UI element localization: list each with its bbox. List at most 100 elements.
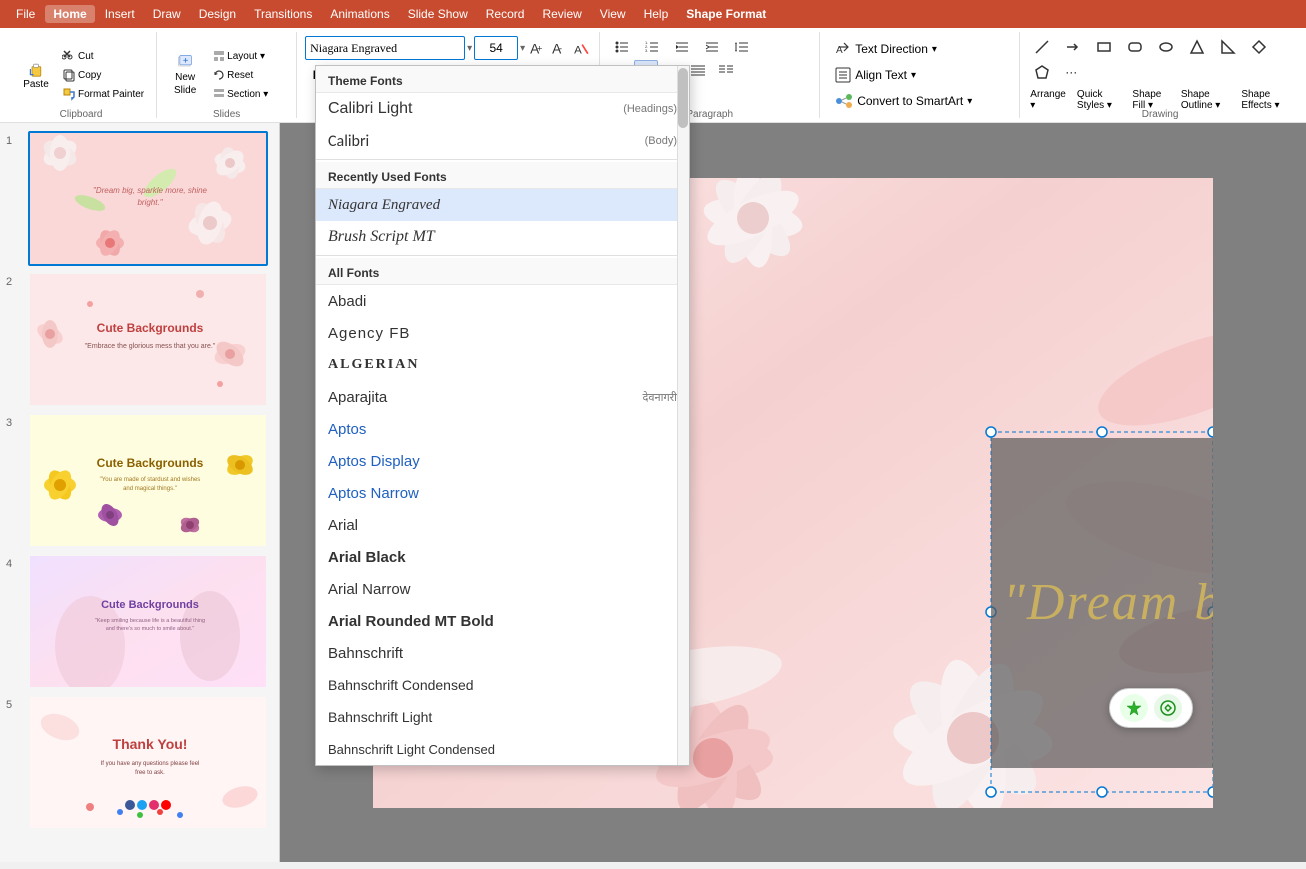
font-item-aptos-narrow[interactable]: Aptos Narrow xyxy=(316,477,689,509)
menu-design[interactable]: Design xyxy=(191,5,244,23)
menu-shape-format[interactable]: Shape Format xyxy=(678,5,774,23)
slide-item-3[interactable]: 3 xyxy=(6,413,273,548)
font-item-arial-narrow[interactable]: Arial Narrow xyxy=(316,573,689,605)
convert-smartart-button[interactable]: Convert to SmartArt ▾ xyxy=(828,90,979,112)
svg-text:"Dream big, sparkle more, shin: "Dream big, sparkle more, shine xyxy=(93,186,208,195)
clear-formatting-button[interactable]: A xyxy=(571,38,591,58)
font-item-calibri[interactable]: Calibri (Body) xyxy=(316,125,689,157)
svg-text:"Keep smiling because life is: "Keep smiling because life is a beautifu… xyxy=(95,618,205,624)
svg-text:Cute Backgrounds: Cute Backgrounds xyxy=(101,599,199,611)
menu-home[interactable]: Home xyxy=(45,5,94,23)
font-item-algerian[interactable]: ALGERIAN xyxy=(316,349,689,381)
font-item-bahnschrift[interactable]: Bahnschrift xyxy=(316,637,689,669)
svg-text:Cute Backgrounds: Cute Backgrounds xyxy=(97,456,204,470)
shape-rect[interactable] xyxy=(1090,36,1118,58)
font-dropdown[interactable]: Theme Fonts Calibri Light (Headings) Cal… xyxy=(315,65,690,766)
all-fonts-label: All Fonts xyxy=(316,258,689,285)
numbering-button[interactable]: 1.2.3. xyxy=(638,36,666,58)
copy-button[interactable]: Copy xyxy=(58,66,148,84)
clipboard-group: Paste Cut Copy Format Painter Clipboard xyxy=(6,32,157,118)
columns-button[interactable] xyxy=(712,60,740,82)
font-item-arial[interactable]: Arial xyxy=(316,509,689,541)
slide-item-4[interactable]: 4 Cute Backgrounds xyxy=(6,554,273,689)
layout-button[interactable]: Layout ▾ xyxy=(209,47,272,65)
font-item-arial-rounded[interactable]: Arial Rounded MT Bold xyxy=(316,605,689,637)
font-item-abadi[interactable]: Abadi xyxy=(316,285,689,317)
slide-number-4: 4 xyxy=(6,554,22,570)
svg-text:"You are made of stardust and: "You are made of stardust and wishes xyxy=(100,477,201,483)
menu-help[interactable]: Help xyxy=(636,5,677,23)
font-name-caret[interactable]: ▾ xyxy=(467,43,472,54)
cut-button[interactable]: Cut xyxy=(58,47,148,65)
menu-view[interactable]: View xyxy=(592,5,634,23)
slide-thumb-2[interactable]: Cute Backgrounds "Embrace the glorious m… xyxy=(28,272,268,407)
svg-text:Thank You!: Thank You! xyxy=(113,736,188,752)
slide-item-1[interactable]: 1 xyxy=(6,131,273,266)
svg-text:3.: 3. xyxy=(645,48,648,53)
font-item-aparajita[interactable]: Aparajita देवनागरी xyxy=(316,381,689,413)
menu-animations[interactable]: Animations xyxy=(322,5,397,23)
scrollbar-thumb[interactable] xyxy=(678,68,688,128)
svg-text:"Embrace the glorious mess tha: "Embrace the glorious mess that you are.… xyxy=(85,343,216,350)
slide-main-text: "Dream big, xyxy=(1003,573,1213,632)
shape-oval[interactable] xyxy=(1152,36,1180,58)
menu-draw[interactable]: Draw xyxy=(145,5,189,23)
shape-pentagon[interactable] xyxy=(1028,61,1056,83)
menu-transitions[interactable]: Transitions xyxy=(246,5,320,23)
menu-review[interactable]: Review xyxy=(534,5,589,23)
slide-thumb-3[interactable]: Cute Backgrounds "You are made of stardu… xyxy=(28,413,268,548)
font-size-caret[interactable]: ▾ xyxy=(520,43,525,54)
decrease-indent-button[interactable] xyxy=(668,36,696,58)
font-name-input[interactable] xyxy=(305,36,465,60)
slide-item-5[interactable]: 5 Thank You! If you have any questions p… xyxy=(6,695,273,830)
font-item-bahnschrift-condensed[interactable]: Bahnschrift Condensed xyxy=(316,669,689,701)
floating-toolbar xyxy=(1109,688,1193,728)
font-size-input[interactable] xyxy=(474,36,518,60)
align-text-button[interactable]: Align Text ▾ xyxy=(828,64,923,86)
shape-more[interactable]: ··· xyxy=(1059,61,1083,83)
svg-text:bright.": bright." xyxy=(137,198,163,207)
section-button[interactable]: Section ▾ xyxy=(209,85,272,103)
line-spacing-button[interactable] xyxy=(728,36,756,58)
menu-record[interactable]: Record xyxy=(478,5,533,23)
paste-button[interactable]: Paste xyxy=(14,47,58,103)
theme-fonts-label: Theme Fonts xyxy=(316,66,689,93)
bullets-button[interactable] xyxy=(608,36,636,58)
shape-line[interactable] xyxy=(1028,36,1056,58)
font-item-aptos-display[interactable]: Aptos Display xyxy=(316,445,689,477)
increase-font-button[interactable]: A+ xyxy=(527,38,547,58)
increase-indent-button[interactable] xyxy=(698,36,726,58)
decrease-font-button[interactable]: A- xyxy=(549,38,569,58)
shape-rounded-rect[interactable] xyxy=(1121,36,1149,58)
slide-thumb-4[interactable]: Cute Backgrounds "Keep smiling because l… xyxy=(28,554,268,689)
text-direction-group: A Text Direction ▾ Align Text ▾ Convert … xyxy=(820,32,1020,118)
slides-panel[interactable]: 1 xyxy=(0,123,280,862)
slide-item-2[interactable]: 2 Cute Backgrounds "E xyxy=(6,272,273,407)
format-painter-button[interactable]: Format Painter xyxy=(58,85,148,103)
shape-triangle[interactable] xyxy=(1183,36,1211,58)
font-item-agency-fb[interactable]: Agency FB xyxy=(316,317,689,349)
slide-number-3: 3 xyxy=(6,413,22,429)
shape-rtriangle[interactable] xyxy=(1214,36,1242,58)
menu-file[interactable]: File xyxy=(8,5,43,23)
font-item-bahnschrift-light-condensed[interactable]: Bahnschrift Light Condensed xyxy=(316,733,689,765)
magic-tool-button[interactable] xyxy=(1120,694,1148,722)
svg-text:-: - xyxy=(559,43,562,53)
dropdown-scrollbar[interactable] xyxy=(677,66,689,765)
menu-insert[interactable]: Insert xyxy=(97,5,143,23)
shape-diamond[interactable] xyxy=(1245,36,1273,58)
shape-arrow[interactable] xyxy=(1059,36,1087,58)
reset-button[interactable]: Reset xyxy=(209,66,272,84)
font-item-calibri-light[interactable]: Calibri Light (Headings) xyxy=(316,93,689,125)
slide-thumb-1[interactable]: "Dream big, sparkle more, shine bright." xyxy=(28,131,268,266)
font-item-arial-black[interactable]: Arial Black xyxy=(316,541,689,573)
font-item-niagara[interactable]: Niagara Engraved xyxy=(316,189,689,221)
new-slide-button[interactable]: New Slide xyxy=(165,47,205,103)
text-direction-button[interactable]: A Text Direction ▾ xyxy=(828,38,944,60)
slide-thumb-5[interactable]: Thank You! If you have any questions ple… xyxy=(28,695,268,830)
menu-slideshow[interactable]: Slide Show xyxy=(400,5,476,23)
layout-tool-button[interactable] xyxy=(1154,694,1182,722)
font-item-brush-script[interactable]: Brush Script MT xyxy=(316,221,689,253)
font-item-bahnschrift-light[interactable]: Bahnschrift Light xyxy=(316,701,689,733)
font-item-aptos[interactable]: Aptos xyxy=(316,413,689,445)
